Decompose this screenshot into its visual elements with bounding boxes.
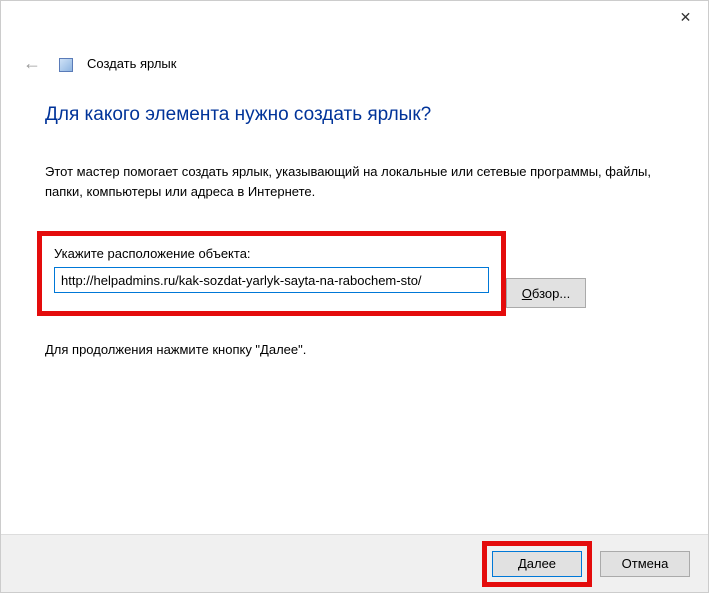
shortcut-icon bbox=[59, 58, 73, 72]
wizard-footer: Далее Отмена bbox=[1, 534, 708, 592]
close-button[interactable]: ✕ bbox=[663, 2, 708, 32]
continue-instruction: Для продолжения нажмите кнопку "Далее". bbox=[45, 342, 664, 357]
page-heading: Для какого элемента нужно создать ярлык? bbox=[45, 104, 664, 126]
back-arrow-icon: ← bbox=[19, 51, 45, 76]
location-highlight-box: Укажите расположение объекта: bbox=[37, 231, 506, 316]
next-button-label: Далее bbox=[518, 556, 556, 571]
wizard-title: Создать ярлык bbox=[87, 56, 176, 71]
wizard-description: Этот мастер помогает создать ярлык, указ… bbox=[45, 162, 664, 201]
browse-button[interactable]: Обзор... bbox=[506, 278, 586, 308]
close-icon: ✕ bbox=[680, 9, 692, 26]
wizard-content: Для какого элемента нужно создать ярлык?… bbox=[1, 76, 708, 357]
cancel-button[interactable]: Отмена bbox=[600, 551, 690, 577]
location-label: Укажите расположение объекта: bbox=[54, 246, 489, 261]
location-input[interactable] bbox=[54, 267, 489, 293]
cancel-button-label: Отмена bbox=[622, 556, 669, 571]
browse-button-label: Обзор... bbox=[522, 286, 570, 301]
wizard-header: ← Создать ярлык bbox=[1, 33, 708, 76]
next-button[interactable]: Далее bbox=[492, 551, 582, 577]
titlebar: ✕ bbox=[1, 1, 708, 33]
next-highlight-box: Далее bbox=[482, 541, 592, 587]
